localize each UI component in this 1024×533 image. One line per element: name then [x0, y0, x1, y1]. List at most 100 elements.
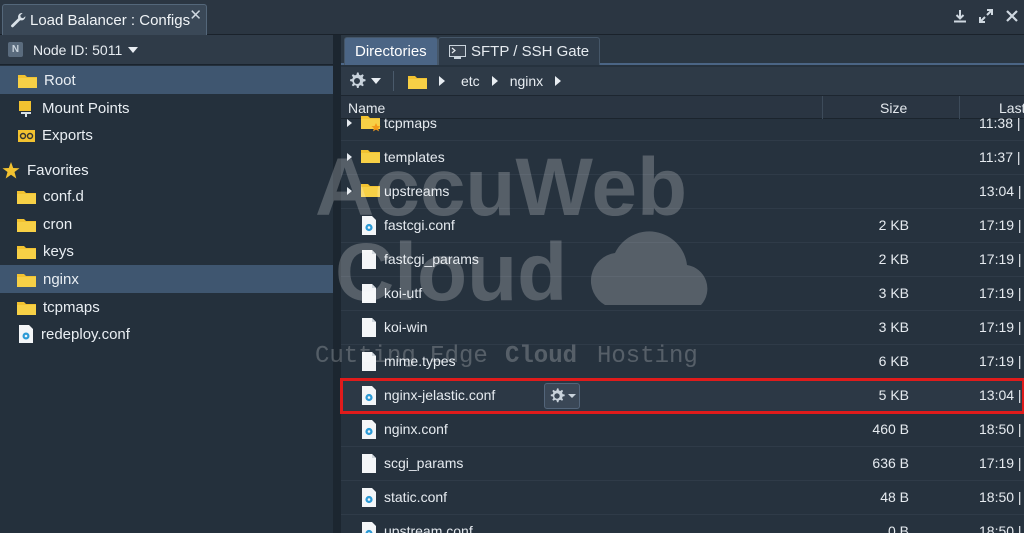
file-size: 2 KB — [878, 217, 909, 233]
mount-points-icon — [19, 100, 31, 117]
file-name: nginx-jelastic.conf — [384, 387, 496, 403]
table-row[interactable]: nginx-jelastic.conf 5 KB 13:04 | — [340, 378, 1024, 414]
terminal-icon — [449, 44, 466, 59]
file-name: upstream.conf — [384, 523, 473, 533]
folder-icon — [17, 273, 36, 287]
table-row[interactable]: scgi_params 636 B 17:19 | — [341, 447, 1024, 481]
file-name: mime.types — [384, 353, 456, 369]
favorite-item-cron[interactable]: cron — [0, 210, 334, 238]
file-name: koi-win — [384, 319, 428, 335]
config-file-icon — [361, 386, 377, 408]
breadcrumb-etc[interactable]: etc — [461, 73, 480, 89]
tab-label: SFTP / SSH Gate — [471, 43, 590, 60]
favorite-item-nginx[interactable]: nginx — [0, 265, 334, 293]
file-date: 13:04 | — [979, 183, 1022, 199]
file-icon — [361, 284, 377, 306]
favorite-item-tcpmaps[interactable]: tcpmaps — [0, 293, 334, 321]
node-selector[interactable]: N Node ID: 5011 — [0, 35, 334, 65]
close-window-icon[interactable] — [1004, 8, 1020, 24]
file-date: 17:19 | — [979, 251, 1022, 267]
table-row[interactable]: fastcgi.conf 2 KB 17:19 | — [341, 209, 1024, 243]
breadcrumb-arrow-icon — [491, 76, 498, 86]
file-size: 0 B — [887, 523, 909, 533]
favorites-header[interactable]: Favorites — [0, 156, 334, 184]
config-file-icon — [361, 216, 377, 238]
file-date: 17:19 | — [979, 353, 1022, 369]
file-icon — [361, 250, 377, 272]
config-file-icon — [361, 420, 377, 442]
table-row[interactable]: templates 11:37 | — [341, 141, 1024, 175]
left-panel-scrollbar[interactable] — [333, 35, 341, 533]
file-date: 18:50 | — [979, 489, 1022, 505]
folder-icon — [17, 301, 36, 315]
file-size: 3 KB — [878, 319, 909, 335]
download-icon[interactable] — [952, 8, 968, 24]
file-name: fastcgi_params — [384, 251, 479, 267]
tab-directories[interactable]: Directories — [344, 37, 438, 65]
breadcrumb-nginx[interactable]: nginx — [510, 73, 543, 89]
file-date: 17:19 | — [979, 285, 1022, 301]
favorite-item-conf-d[interactable]: conf.d — [0, 182, 334, 210]
file-name: templates — [384, 149, 445, 165]
tree-item-label: redeploy.conf — [41, 325, 130, 343]
chevron-down-icon — [568, 394, 576, 398]
table-row[interactable]: koi-utf 3 KB 17:19 | — [341, 277, 1024, 311]
tab-bar: Directories SFTP / SSH Gate — [341, 35, 1024, 65]
file-date: 18:50 | — [979, 421, 1022, 437]
config-file-icon — [19, 325, 33, 343]
file-size: 3 KB — [878, 285, 909, 301]
file-size: 2 KB — [878, 251, 909, 267]
file-name: static.conf — [384, 489, 448, 505]
file-size: 460 B — [872, 421, 909, 437]
folder-icon — [17, 190, 36, 204]
file-date: 13:04 | — [979, 387, 1022, 403]
favorite-folder-icon — [361, 114, 383, 135]
tree-item-label: nginx — [43, 270, 79, 288]
right-panel: Directories SFTP / SSH Gate etc nginx Na… — [340, 35, 1024, 533]
file-date: 17:19 | — [979, 455, 1022, 471]
file-icon — [361, 318, 377, 340]
file-name: scgi_params — [384, 455, 464, 471]
node-icon: N — [8, 42, 23, 57]
settings-button[interactable] — [347, 71, 381, 91]
close-tab-icon[interactable]: ✕ — [189, 6, 202, 24]
favorite-item-redeploy-conf[interactable]: redeploy.conf — [0, 320, 334, 348]
chevron-down-icon[interactable] — [128, 46, 139, 53]
window-title: Load Balancer : Configs — [30, 11, 191, 29]
file-date: 11:38 | — [979, 115, 1021, 131]
folder-icon — [18, 74, 37, 88]
tab-sftp-ssh-gate[interactable]: SFTP / SSH Gate — [438, 37, 601, 65]
folder-icon[interactable] — [408, 74, 427, 89]
file-icon — [361, 454, 377, 476]
tree-item-mount-points[interactable]: Mount Points — [0, 94, 334, 122]
file-name: koi-utf — [384, 285, 423, 301]
expand-arrow-icon[interactable] — [347, 153, 352, 161]
title-bar: Load Balancer : Configs ✕ — [0, 0, 1024, 35]
tree-item-root[interactable]: Root — [0, 66, 334, 94]
favorite-item-keys[interactable]: keys — [0, 237, 334, 265]
table-row[interactable]: koi-win 3 KB 17:19 | — [341, 311, 1024, 345]
table-row[interactable]: tcpmaps 11:38 | — [341, 107, 1024, 141]
file-date: 17:19 | — [979, 319, 1022, 335]
file-name: tcpmaps — [384, 115, 437, 131]
expand-arrow-icon[interactable] — [347, 119, 352, 127]
table-row[interactable]: nginx.conf 460 B 18:50 | — [341, 413, 1024, 447]
file-date: 17:19 | — [979, 217, 1022, 233]
window-tab[interactable]: Load Balancer : Configs ✕ — [2, 4, 207, 35]
favorites-label: Favorites — [27, 161, 89, 179]
file-size: 636 B — [872, 455, 909, 471]
table-row[interactable]: upstream.conf 0 B 18:50 | — [341, 515, 1024, 533]
table-row[interactable]: static.conf 48 B 18:50 | — [341, 481, 1024, 515]
gear-icon — [350, 72, 366, 88]
table-row[interactable]: upstreams 13:04 | — [341, 175, 1024, 209]
table-row[interactable]: mime.types 6 KB 17:19 | — [341, 345, 1024, 379]
folder-icon — [17, 218, 36, 232]
tree-item-exports[interactable]: Exports — [0, 121, 334, 149]
row-actions-button[interactable] — [544, 383, 580, 409]
expand-arrow-icon[interactable] — [347, 187, 352, 195]
folder-icon — [361, 182, 380, 200]
expand-icon[interactable] — [978, 8, 994, 24]
file-name: upstreams — [384, 183, 450, 199]
file-size: 48 B — [880, 489, 909, 505]
table-row[interactable]: fastcgi_params 2 KB 17:19 | — [341, 243, 1024, 277]
